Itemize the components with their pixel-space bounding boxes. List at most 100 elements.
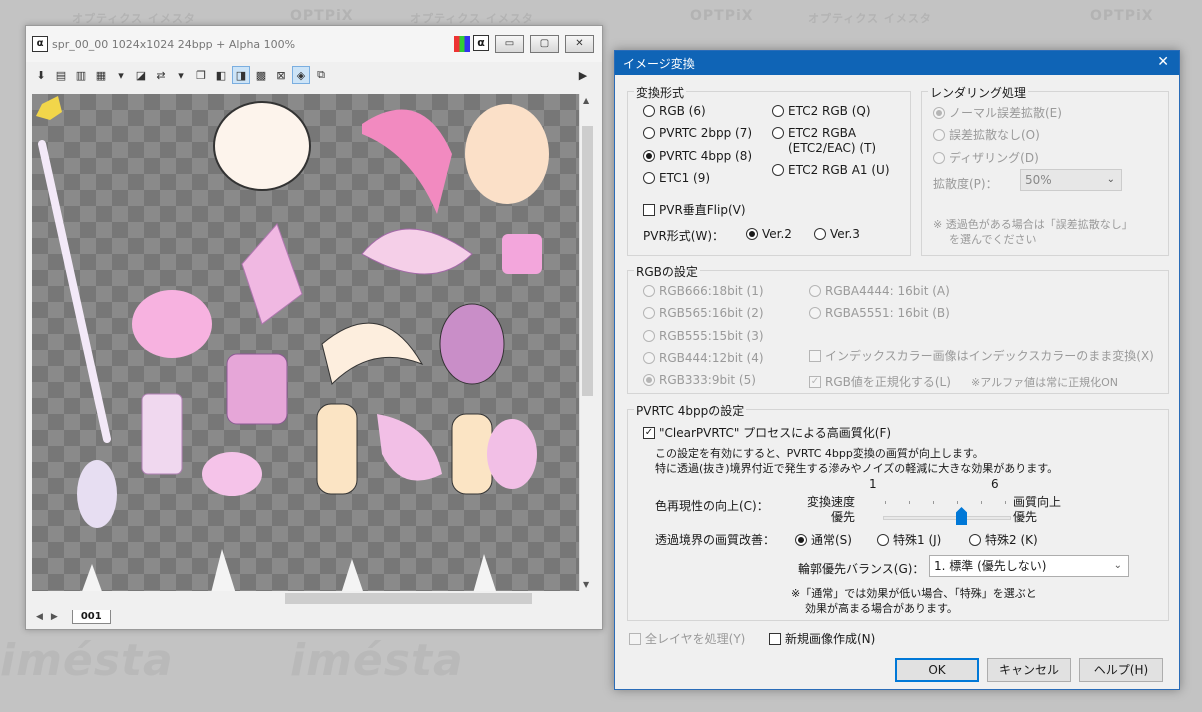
radio-ver3[interactable]: Ver.3 bbox=[814, 227, 860, 241]
leg-sprite bbox=[316, 403, 358, 495]
grid-icon[interactable]: ▩ bbox=[252, 66, 270, 84]
color-reproduction-label: 色再現性の向上(C)： bbox=[655, 499, 769, 513]
radio-rgb[interactable]: RGB (6) bbox=[643, 104, 706, 118]
view-mode-icon[interactable]: ◧ bbox=[212, 66, 230, 84]
wand-sprite bbox=[38, 140, 111, 443]
preview-icon[interactable]: ◈ bbox=[292, 66, 310, 84]
new-image-checkbox[interactable]: 新規画像作成(N) bbox=[769, 630, 875, 647]
outline-balance-select[interactable]: 1. 標準 (優先しない) ⌄ bbox=[929, 555, 1129, 577]
close-icon[interactable]: ✕ bbox=[1157, 54, 1169, 70]
slider-thumb[interactable] bbox=[956, 507, 967, 525]
radio-rgb333[interactable]: RGB333:9bit (5) bbox=[643, 373, 756, 387]
radio-no-diffusion[interactable]: 誤差拡散なし(O) bbox=[933, 126, 1040, 143]
chevron-down-icon: ⌄ bbox=[1106, 174, 1115, 185]
radio-normal[interactable]: 通常(S) bbox=[795, 531, 852, 548]
slider-min-label: 1 bbox=[869, 477, 877, 491]
wing-sprite bbox=[377, 414, 442, 481]
pvrtc-desc-line2: 特に透過(抜き)境界付近で発生する滲みやノイズの軽減に大きな効果があります。 bbox=[655, 462, 1059, 475]
pvrtc-legend: PVRTC 4bppの設定 bbox=[634, 402, 747, 419]
palette-icon[interactable]: ▦ bbox=[92, 66, 110, 84]
hair-sprite bbox=[465, 104, 549, 204]
radio-rgb666[interactable]: RGB666:18bit (1) bbox=[643, 284, 764, 298]
radio-etc2-rgb[interactable]: ETC2 RGB (Q) bbox=[772, 104, 871, 118]
swap-icon[interactable]: ⇄ bbox=[152, 66, 170, 84]
normalize-note: ※アルファ値は常に正規化ON bbox=[971, 376, 1118, 389]
pvrtc-desc-line1: この設定を有効にすると、PVRTC 4bpp変換の画質が向上します。 bbox=[655, 447, 984, 460]
close-button[interactable]: ✕ bbox=[565, 35, 594, 53]
index-color-checkbox[interactable]: インデックスカラー画像はインデックスカラーのまま変換(X) bbox=[809, 347, 1154, 364]
rgb-legend: RGBの設定 bbox=[634, 263, 700, 280]
window-icon[interactable]: ❐ bbox=[192, 66, 210, 84]
compare-icon[interactable]: ⧉ bbox=[312, 66, 330, 84]
petal-sprite bbox=[487, 419, 537, 489]
radio-etc2-rgba[interactable]: ETC2 RGBA bbox=[772, 126, 856, 140]
radio-special2[interactable]: 特殊2 (K) bbox=[969, 531, 1038, 548]
belt-sprite bbox=[226, 353, 288, 425]
layer-props-icon[interactable]: ▥ bbox=[72, 66, 90, 84]
play-icon[interactable]: ▶ bbox=[574, 66, 592, 84]
scroll-down-icon[interactable]: ▼ bbox=[583, 580, 589, 589]
color-reproduction-slider[interactable] bbox=[883, 499, 1011, 529]
tab-next-icon[interactable]: ▶ bbox=[51, 612, 58, 622]
radio-rgb444[interactable]: RGB444:12bit (4) bbox=[643, 351, 764, 365]
clear-pvrtc-checkbox[interactable]: ✓ "ClearPVRTC" プロセスによる高画質化(F) bbox=[643, 424, 891, 441]
dropdown-icon[interactable]: ▾ bbox=[112, 66, 130, 84]
import-icon[interactable]: ⬇ bbox=[32, 66, 50, 84]
dropdown-icon[interactable]: ▾ bbox=[172, 66, 190, 84]
pvr-flip-checkbox[interactable]: PVR垂直Flip(V) bbox=[643, 201, 746, 218]
pvrtc-footnote-line1: ※「通常」では効果が低い場合、「特殊」を選ぶと bbox=[791, 587, 1037, 600]
tab-prev-icon[interactable]: ◀ bbox=[36, 612, 43, 622]
radio-rgb565[interactable]: RGB565:16bit (2) bbox=[643, 306, 764, 320]
speed-priority-line2: 優先 bbox=[831, 510, 856, 524]
cancel-button[interactable]: キャンセル bbox=[987, 658, 1071, 682]
rendering-note-line1: ※ 透過色がある場合は「誤差拡散なし」 bbox=[933, 218, 1133, 231]
watermark-brand: imésta bbox=[0, 635, 174, 686]
skirt-sprite bbox=[361, 228, 473, 275]
radio-ver2[interactable]: Ver.2 bbox=[746, 227, 792, 241]
all-layers-checkbox[interactable]: 全レイヤを処理(Y) bbox=[629, 630, 745, 647]
watermark-logo: OPTPiX bbox=[690, 8, 754, 24]
watermark-logo: OPTPiX bbox=[1090, 8, 1154, 24]
radio-etc1[interactable]: ETC1 (9) bbox=[643, 171, 710, 185]
mask-icon[interactable]: ⊠ bbox=[272, 66, 290, 84]
radio-rgba5551[interactable]: RGBA5551: 16bit (B) bbox=[809, 306, 950, 320]
watermark-jp: オプティクス イメスタ bbox=[410, 12, 534, 25]
ok-button[interactable]: OK bbox=[895, 658, 979, 682]
slider-track[interactable] bbox=[883, 516, 1011, 520]
channel-icon[interactable]: ◪ bbox=[132, 66, 150, 84]
dialog-titlebar[interactable]: イメージ変換 ✕ bbox=[615, 51, 1179, 75]
horizontal-scrollbar[interactable] bbox=[32, 591, 580, 606]
spread-select[interactable]: 50% ⌄ bbox=[1020, 169, 1122, 191]
minimize-button[interactable]: ▭ bbox=[495, 35, 524, 53]
radio-pvrtc4[interactable]: PVRTC 4bpp (8) bbox=[643, 149, 752, 163]
boot-sprite bbox=[141, 393, 183, 475]
scroll-up-icon[interactable]: ▲ bbox=[583, 96, 589, 105]
radio-rgb555[interactable]: RGB555:15bit (3) bbox=[643, 329, 764, 343]
boundary-label: 透過境界の画質改善： bbox=[655, 533, 776, 547]
alpha-channel-icon[interactable]: α bbox=[473, 35, 489, 51]
rgb-channel-icon[interactable] bbox=[454, 36, 470, 52]
layers-icon[interactable]: ▤ bbox=[52, 66, 70, 84]
horizontal-scroll-thumb[interactable] bbox=[285, 593, 532, 604]
petal-sprite bbox=[77, 460, 117, 528]
radio-dithering[interactable]: ディザリング(D) bbox=[933, 149, 1039, 166]
restore-button[interactable]: ▢ bbox=[530, 35, 559, 53]
sprite-sheet bbox=[36, 96, 549, 597]
help-button[interactable]: ヘルプ(H) bbox=[1079, 658, 1163, 682]
radio-pvrtc2[interactable]: PVRTC 2bpp (7) bbox=[643, 126, 752, 140]
tab-001[interactable]: 001 bbox=[71, 610, 111, 624]
radio-rgba4444[interactable]: RGBA4444: 16bit (A) bbox=[809, 284, 950, 298]
etc2-rgba-subtext: (ETC2/EAC) (T) bbox=[788, 141, 877, 155]
radio-normal-diffusion[interactable]: ノーマル誤差拡散(E) bbox=[933, 104, 1062, 121]
boot-sprite bbox=[439, 303, 505, 385]
image-canvas[interactable] bbox=[32, 94, 593, 597]
radio-etc2-rgba1[interactable]: ETC2 RGB A1 (U) bbox=[772, 163, 890, 177]
alpha-view-icon[interactable]: ◨ bbox=[232, 66, 250, 84]
rendering-note-line2: を選んでください bbox=[949, 233, 1037, 246]
vertical-scroll-thumb[interactable] bbox=[582, 126, 593, 396]
vertical-scrollbar[interactable]: ▲ ▼ bbox=[579, 94, 594, 597]
dialog-title: イメージ変換 bbox=[623, 56, 695, 71]
normalize-checkbox[interactable]: ✓ RGB値を正規化する(L) bbox=[809, 373, 951, 390]
pvrtc-footnote-line2: 効果が高まる場合があります。 bbox=[805, 602, 958, 615]
radio-special1[interactable]: 特殊1 (J) bbox=[877, 531, 941, 548]
